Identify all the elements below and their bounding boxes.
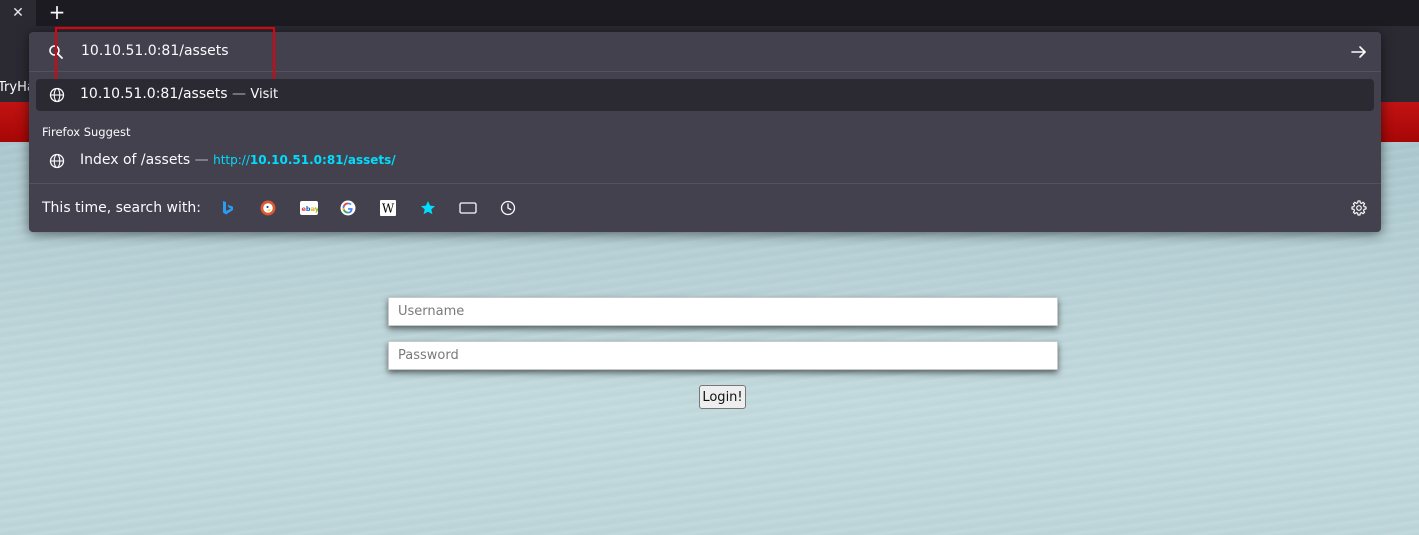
- bing-icon[interactable]: [219, 199, 237, 217]
- close-tab-icon[interactable]: ✕: [0, 0, 36, 26]
- new-tab-button[interactable]: +: [44, 0, 70, 24]
- urlbar-dropdown: 10.10.51.0:81/assets 10.10.51.0:81/asset…: [29, 27, 1381, 232]
- username-field[interactable]: [388, 297, 1058, 326]
- result-action: Visit: [250, 87, 279, 102]
- tab-strip: ✕ +: [0, 0, 1419, 26]
- result-suggest-row[interactable]: Index of /assets — http://10.10.51.0:81/…: [36, 145, 1374, 177]
- login-form: [388, 297, 1058, 370]
- suggest-heading: Firefox Suggest: [42, 125, 131, 139]
- result-separator: —: [231, 86, 246, 102]
- svg-text:ebay: ebay: [302, 205, 319, 213]
- search-with-label: This time, search with:: [42, 200, 201, 216]
- bookmarks-star-icon[interactable]: [419, 199, 437, 217]
- gear-icon[interactable]: [1350, 199, 1368, 217]
- result-title: Index of /assets: [80, 152, 191, 168]
- globe-icon: [48, 152, 66, 170]
- wikipedia-icon[interactable]: W: [379, 199, 397, 217]
- result-separator: —: [194, 152, 209, 168]
- tabs-icon[interactable]: [459, 199, 477, 217]
- password-field[interactable]: [388, 341, 1058, 370]
- ebay-icon[interactable]: ebay: [299, 199, 319, 217]
- annotation-highlight-box: [55, 27, 275, 82]
- globe-icon: [48, 86, 66, 104]
- result-url: http://10.10.51.0:81/assets/: [213, 153, 396, 167]
- svg-text:W: W: [382, 202, 395, 216]
- login-button[interactable]: Login!: [699, 385, 746, 409]
- search-engines-row: This time, search with: ebay W: [29, 183, 1381, 232]
- history-clock-icon[interactable]: [499, 199, 517, 217]
- google-icon[interactable]: [339, 199, 357, 217]
- result-title: 10.10.51.0:81/assets: [80, 86, 228, 102]
- duckduckgo-icon[interactable]: [259, 199, 277, 217]
- result-visit-row[interactable]: 10.10.51.0:81/assets — Visit: [36, 79, 1374, 111]
- go-arrow-icon[interactable]: [1349, 43, 1369, 61]
